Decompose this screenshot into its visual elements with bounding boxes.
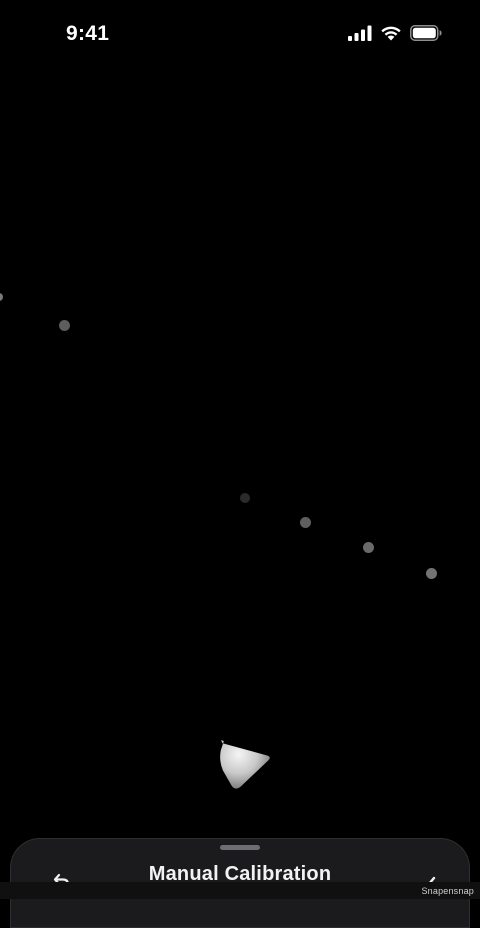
calibration-point-4: [300, 517, 311, 528]
calibration-scene[interactable]: [0, 70, 480, 840]
calibration-point-2: [59, 320, 70, 331]
calibration-point-5: [363, 542, 374, 553]
footer-strip: Snapensnap: [0, 882, 480, 899]
watermark: Snapensnap: [421, 886, 474, 896]
cellular-signal-icon: [348, 25, 372, 41]
calibration-point-6: [426, 568, 437, 579]
status-time: 9:41: [66, 22, 110, 45]
status-icons: [348, 25, 442, 41]
battery-icon: [410, 25, 442, 41]
status-bar: 9:41: [0, 0, 480, 70]
wifi-icon: [380, 25, 402, 41]
aim-pointer-icon[interactable]: [212, 728, 278, 794]
sheet-grabber[interactable]: [220, 845, 260, 850]
calibration-point-3: [240, 493, 250, 503]
